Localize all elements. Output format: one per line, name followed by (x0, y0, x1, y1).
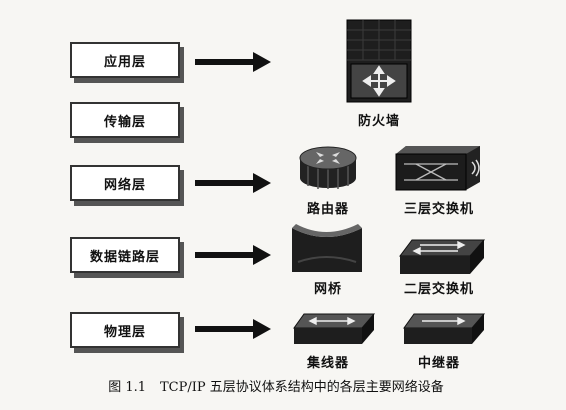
layer-network-box: 网络层 (70, 165, 180, 201)
l2-switch-icon (399, 239, 486, 274)
bridge-label: 网桥 (313, 282, 342, 297)
diagram: 应用层 传输层 网络层 数据链路层 物理层 防火墙 路由器 三层交换机 网桥 二… (0, 0, 566, 410)
hub-icon (293, 313, 376, 344)
router-label: 路由器 (306, 202, 349, 217)
repeater-label: 中继器 (417, 356, 460, 371)
firewall-icon (346, 19, 412, 103)
l3-switch-label: 三层交换机 (403, 202, 474, 217)
bridge-icon (292, 224, 362, 272)
arrow-application (195, 52, 271, 72)
router-icon (299, 146, 357, 189)
hub-label: 集线器 (306, 356, 349, 371)
l2-switch-label: 二层交换机 (403, 282, 474, 297)
arrow-datalink (195, 245, 271, 265)
l3-switch-icon (395, 146, 480, 191)
arrow-physical (195, 319, 271, 339)
layer-datalink-box: 数据链路层 (70, 237, 180, 273)
layer-application-box: 应用层 (70, 42, 180, 78)
figure-number: 图 1.1 (108, 380, 147, 395)
repeater-icon (403, 313, 486, 344)
layer-physical-box: 物理层 (70, 312, 180, 348)
figure-title: TCP/IP 五层协议体系结构中的各层主要网络设备 (160, 380, 444, 395)
figure-caption: 图 1.1 TCP/IP 五层协议体系结构中的各层主要网络设备 (0, 376, 566, 395)
firewall-label: 防火墙 (357, 114, 400, 129)
arrow-network (195, 173, 271, 193)
layer-transport-box: 传输层 (70, 102, 180, 138)
